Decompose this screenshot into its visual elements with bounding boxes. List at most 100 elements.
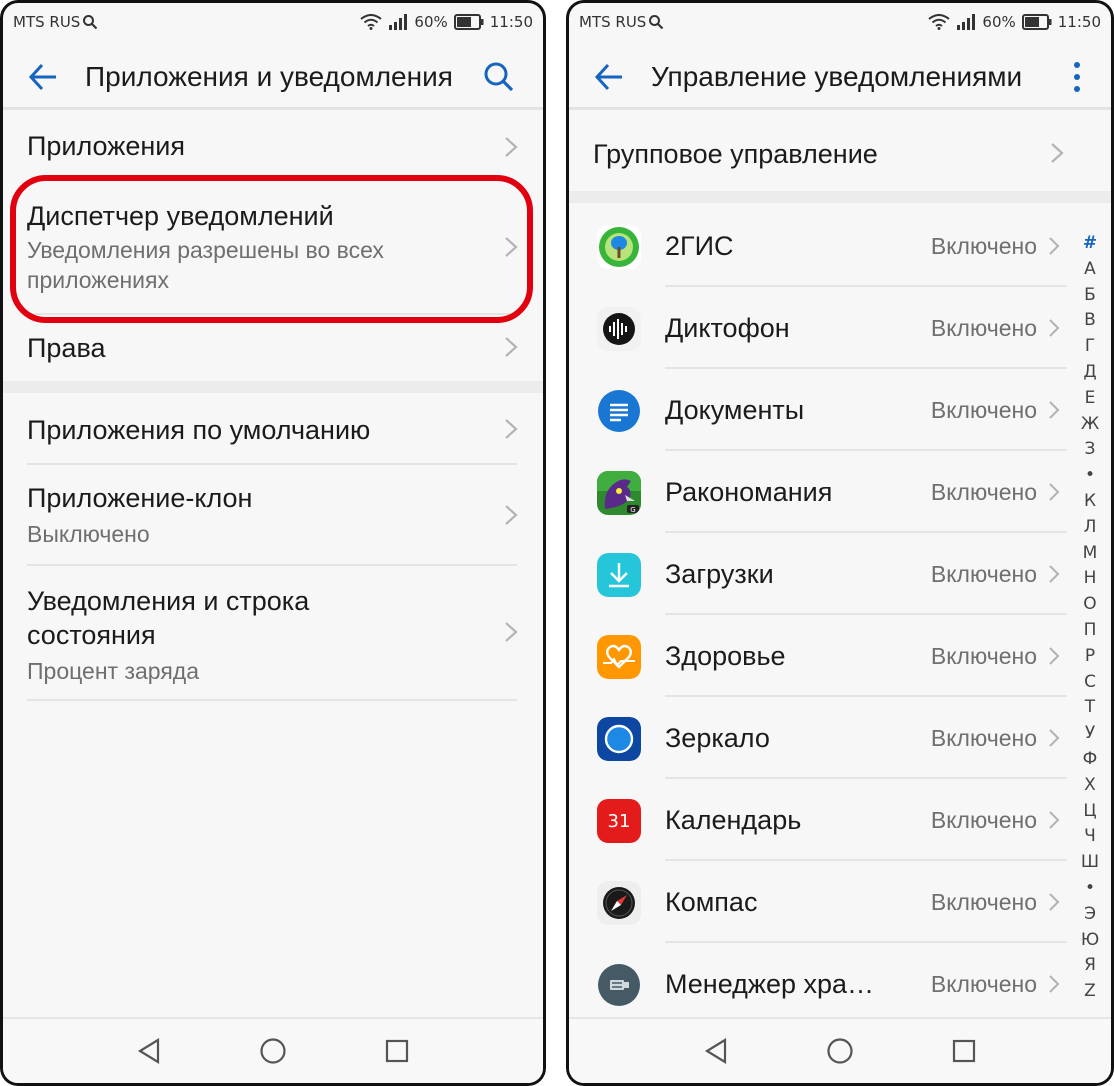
alphabet-index-letter[interactable]: Х: [1084, 773, 1096, 799]
alphabet-index-letter[interactable]: Ж: [1081, 412, 1099, 438]
app-name: Здоровье: [665, 641, 786, 671]
app-row-calendar[interactable]: 31 Календарь Включено: [569, 779, 1071, 861]
app-row-documents[interactable]: Документы Включено: [569, 369, 1071, 451]
alphabet-index-letter[interactable]: #: [1083, 231, 1097, 257]
alphabet-index-letter[interactable]: С: [1084, 670, 1096, 696]
menu-item-notifications-status-bar[interactable]: Уведомления и строка состояния Процент з…: [3, 566, 543, 700]
more-vertical-icon: [1074, 62, 1080, 92]
menu-item-subtitle: Выключено: [27, 521, 150, 547]
app-row-dragonomania[interactable]: G Ракономания Включено: [569, 451, 1071, 533]
alphabet-index-letter[interactable]: Т: [1085, 695, 1095, 721]
app-name: Документы: [665, 395, 805, 425]
triangle-back-icon: [137, 1038, 160, 1064]
alphabet-index-letter[interactable]: П: [1084, 618, 1097, 644]
alphabet-index-letter[interactable]: Б: [1084, 283, 1096, 309]
search-button[interactable]: [479, 57, 519, 97]
app-notification-status: Включено: [930, 479, 1037, 505]
alphabet-index-letter[interactable]: Г: [1085, 334, 1095, 360]
menu-item-label-line2: состояния: [27, 620, 156, 650]
battery-icon: [1021, 14, 1052, 30]
app-name: Менеджер хра…: [665, 969, 875, 999]
alphabet-index-letter[interactable]: Ч: [1084, 824, 1096, 850]
alphabet-index-letter[interactable]: Ю: [1081, 928, 1099, 954]
chevron-right-icon: [1051, 143, 1064, 163]
alphabet-index-letter[interactable]: К: [1084, 489, 1096, 515]
carrier-group: MTS RUS: [579, 13, 664, 31]
alphabet-index-letter[interactable]: З: [1085, 437, 1096, 463]
alphabet-index-letter[interactable]: У: [1085, 721, 1095, 747]
chevron-right-icon: [505, 419, 518, 439]
nav-home-button[interactable]: [823, 1034, 857, 1068]
menu-item-label: Уведомления и строка: [27, 586, 310, 616]
menu-item-label: Приложение-клон: [27, 483, 253, 513]
group-management-item[interactable]: Групповое управление: [569, 111, 1111, 191]
menu-item-permissions[interactable]: Права: [3, 315, 543, 381]
chevron-right-icon: [1049, 483, 1060, 501]
nav-back-button[interactable]: [699, 1034, 733, 1068]
alphabet-index-letter[interactable]: Ф: [1083, 747, 1098, 773]
more-options-button[interactable]: [1057, 57, 1097, 97]
app-row-recorder[interactable]: Диктофон Включено: [569, 287, 1071, 369]
app-notification-status: Включено: [930, 561, 1037, 587]
app-name: Зеркало: [665, 723, 770, 753]
status-bar: MTS RUS 60% 11:50: [569, 3, 1111, 41]
menu-item-label: Приложения: [27, 131, 185, 161]
alphabet-index-letter[interactable]: В: [1084, 308, 1096, 334]
app-notification-status: Включено: [930, 889, 1037, 915]
back-button[interactable]: [589, 57, 629, 97]
alphabet-index-letter[interactable]: Я: [1084, 953, 1096, 979]
chevron-right-icon: [1049, 319, 1060, 337]
alphabet-index-letter[interactable]: А: [1084, 257, 1096, 283]
alphabet-index-letter[interactable]: Л: [1084, 515, 1097, 541]
page-title: Управление уведомлениями: [651, 61, 1023, 92]
nav-home-button[interactable]: [256, 1034, 290, 1068]
nav-recents-button[interactable]: [380, 1034, 414, 1068]
alphabet-index-letter[interactable]: М: [1083, 541, 1098, 567]
app-row-downloads[interactable]: Загрузки Включено: [569, 533, 1071, 615]
menu-item-subtitle-line2: приложениях: [27, 267, 169, 293]
alphabet-index-letter[interactable]: Ш: [1081, 850, 1099, 876]
app-row-health[interactable]: Здоровье Включено: [569, 615, 1071, 697]
back-button[interactable]: [23, 57, 63, 97]
alphabet-index-letter[interactable]: Д: [1083, 360, 1096, 386]
alphabet-index-letter[interactable]: •: [1085, 876, 1095, 902]
alphabet-index-letter[interactable]: Е: [1085, 386, 1096, 412]
app-row-storage-manager[interactable]: Менеджер хра… Включено: [569, 943, 1071, 1025]
app-notification-status: Включено: [930, 725, 1037, 751]
nav-recents-button[interactable]: [947, 1034, 981, 1068]
menu-item-notification-manager[interactable]: Диспетчер уведомлений Уведомления разреш…: [3, 181, 543, 313]
alphabet-index-scrollbar[interactable]: # А Б В Г Д Е Ж З • К Л М Н О П Р С Т У Ф Х Ц Ч Ш • Э Ю Я Z: [1077, 231, 1103, 1005]
chevron-right-icon: [1049, 975, 1060, 993]
document-icon: [597, 389, 641, 433]
row-divider: [27, 699, 517, 701]
menu-item-app-clone[interactable]: Приложение-клон Выключено: [3, 465, 543, 565]
alphabet-index-letter[interactable]: О: [1083, 592, 1096, 618]
alphabet-index-letter[interactable]: Э: [1084, 902, 1096, 928]
menu-item-apps[interactable]: Приложения: [3, 113, 543, 181]
calendar-icon: 31: [597, 799, 641, 843]
app-row-mirror[interactable]: Зеркало Включено: [569, 697, 1071, 779]
right-phone: MTS RUS 60% 11:50 Управление уведомления…: [566, 0, 1114, 1086]
app-notification-status: Включено: [930, 233, 1037, 259]
chevron-right-icon: [1049, 647, 1060, 665]
nav-back-button[interactable]: [132, 1034, 166, 1068]
menu-item-subtitle: Уведомления разрешены во всех: [27, 237, 384, 263]
carrier-label: MTS RUS: [579, 13, 647, 31]
chevron-right-icon: [1049, 401, 1060, 419]
status-bar: MTS RUS 60% 11:50: [3, 3, 543, 41]
right-screen: MTS RUS 60% 11:50 Управление уведомления…: [569, 3, 1111, 1083]
app-row-2gis[interactable]: 2ГИС Включено: [569, 205, 1071, 287]
menu-item-default-apps[interactable]: Приложения по умолчанию: [3, 393, 543, 465]
chevron-right-icon: [505, 137, 518, 157]
alphabet-index-letter[interactable]: Н: [1084, 566, 1097, 592]
alphabet-index-letter[interactable]: •: [1085, 463, 1095, 489]
chevron-right-icon: [505, 337, 518, 357]
alphabet-index-letter[interactable]: Р: [1085, 644, 1095, 670]
triangle-back-icon: [704, 1038, 727, 1064]
back-arrow-icon: [594, 63, 622, 91]
menu-item-label: Права: [27, 333, 106, 363]
app-row-compass[interactable]: Компас Включено: [569, 861, 1071, 943]
alphabet-index-letter[interactable]: Ц: [1083, 799, 1096, 825]
alphabet-index-letter[interactable]: Z: [1084, 979, 1096, 1005]
back-arrow-icon: [28, 63, 56, 91]
